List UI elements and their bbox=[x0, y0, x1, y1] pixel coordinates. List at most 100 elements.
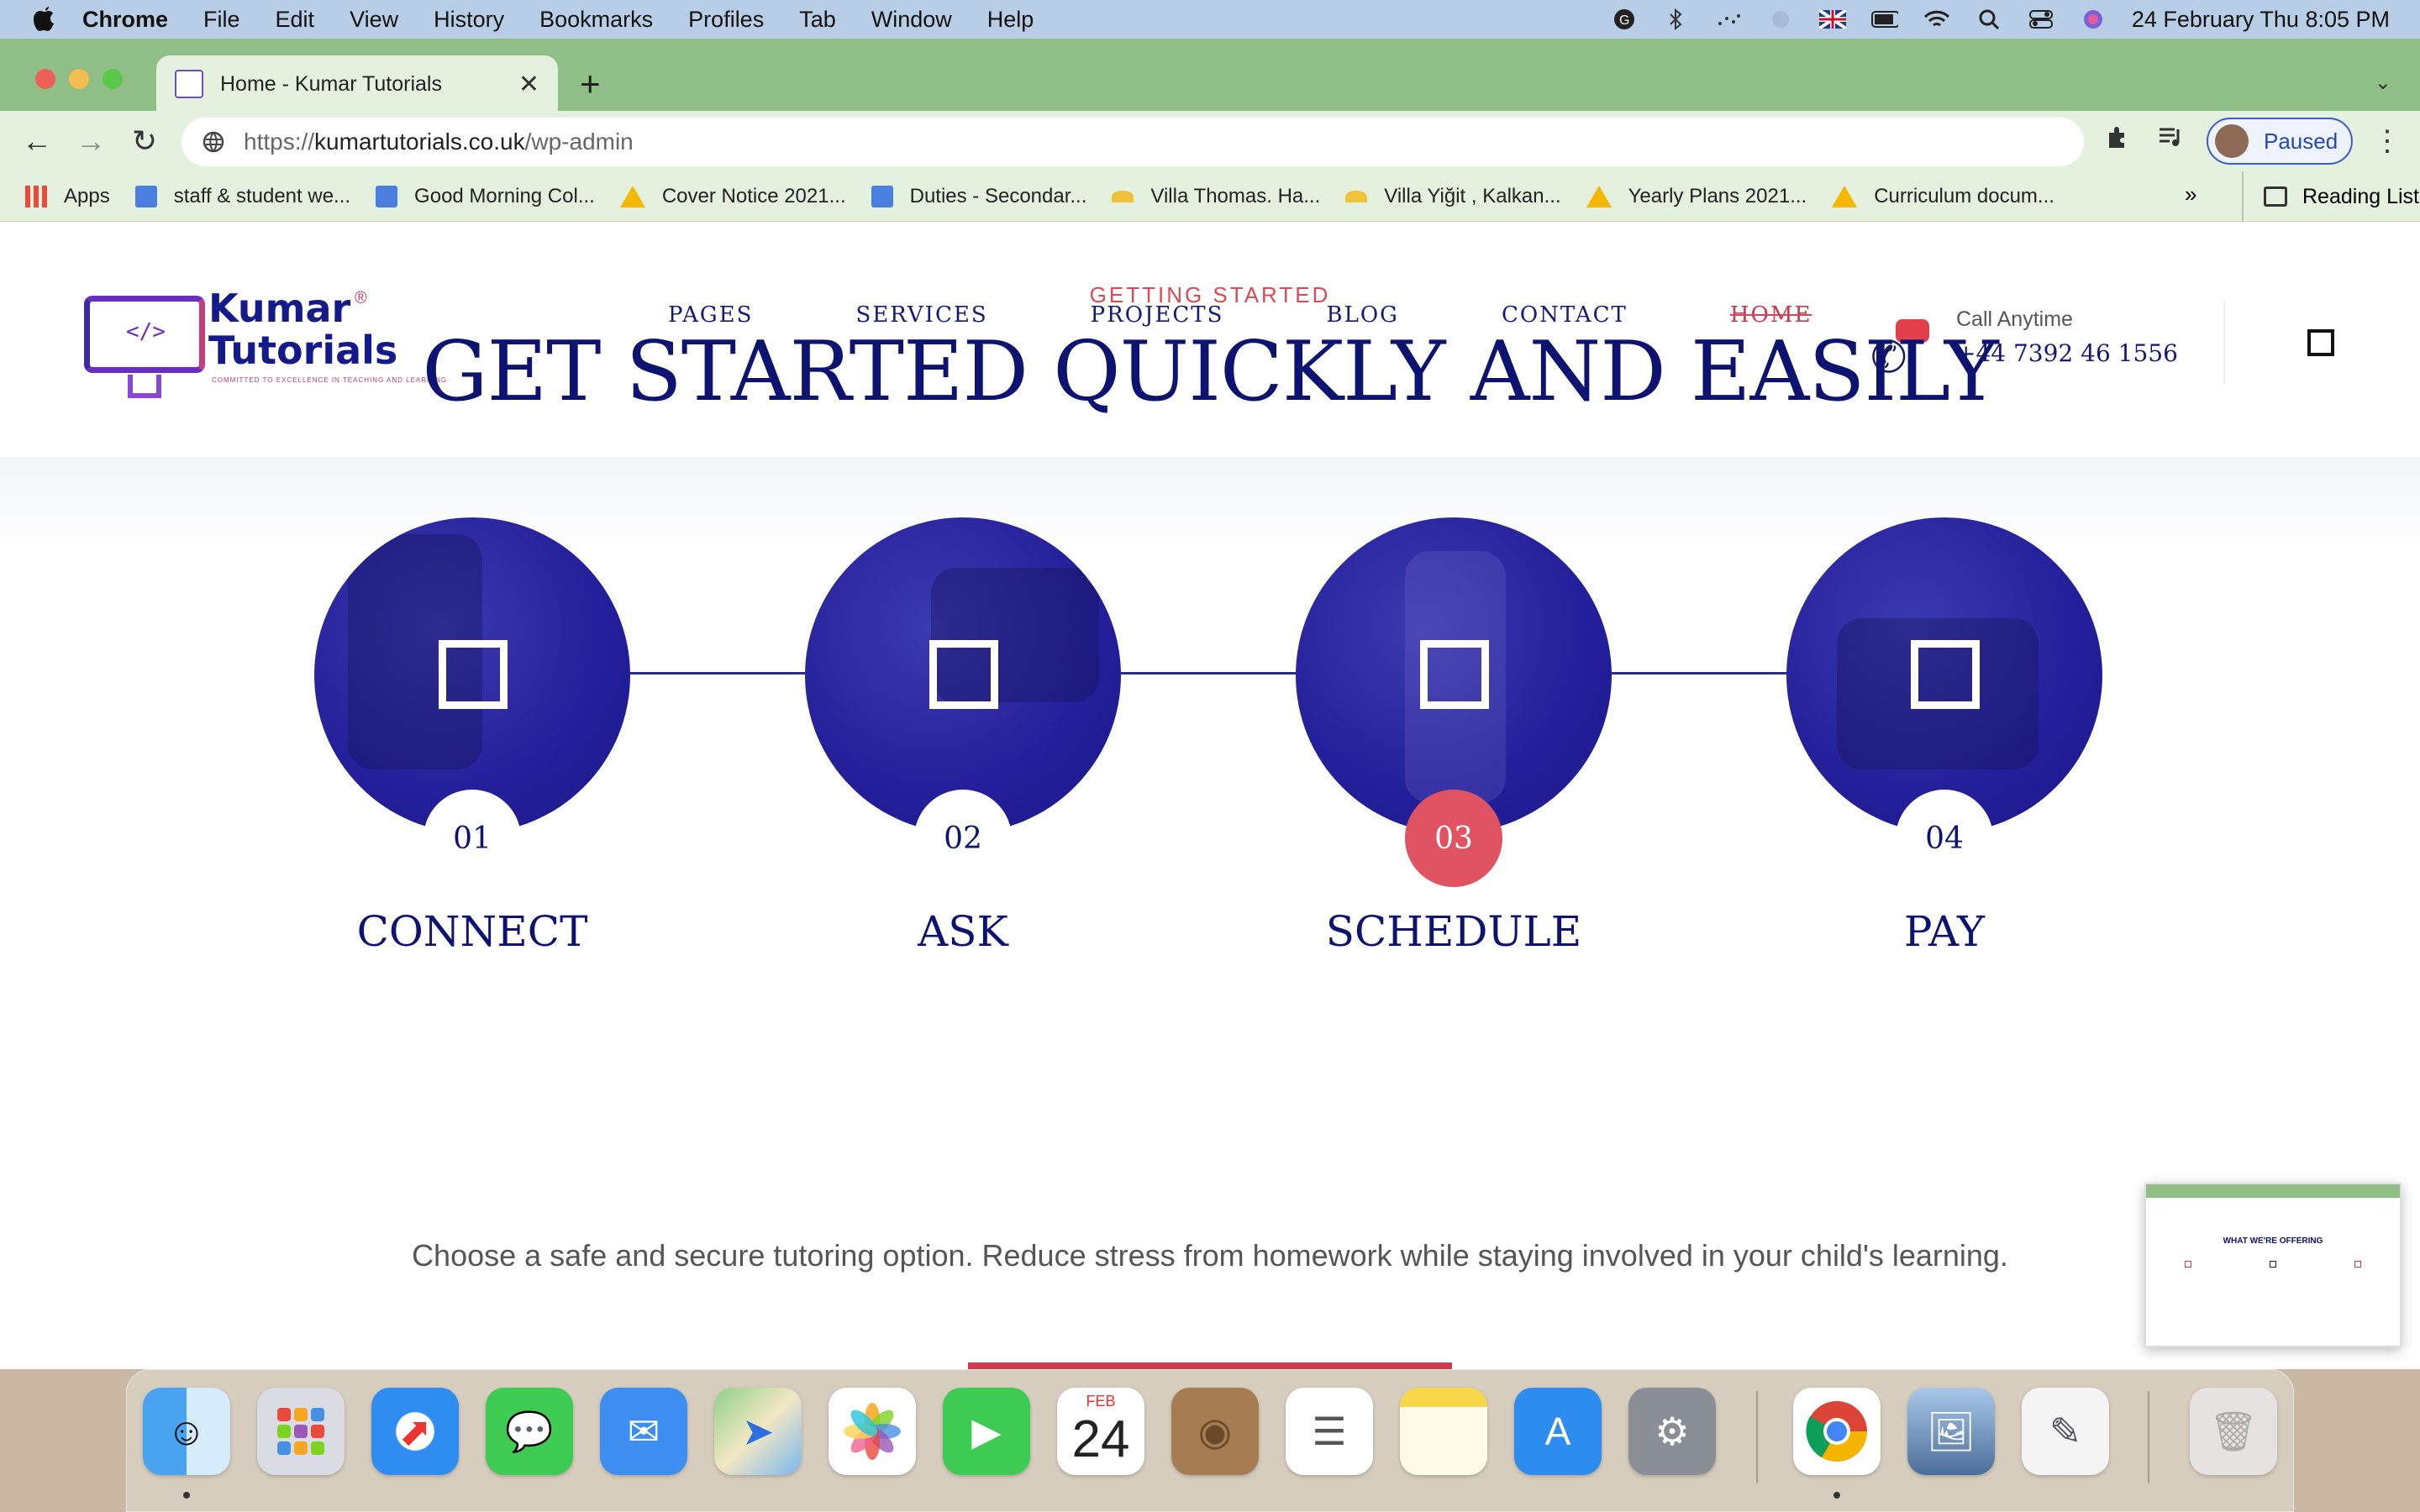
safari-compass-icon[interactable]: ⬈ bbox=[371, 1388, 459, 1475]
url-host: kumartutorials.co.uk bbox=[314, 129, 525, 155]
wifi-icon[interactable] bbox=[1923, 8, 1950, 31]
section-heading: GET STARTED QUICKLY AND EASILY bbox=[422, 324, 1998, 420]
step-number-badge: 01 bbox=[424, 790, 521, 887]
grammarly-icon[interactable]: G bbox=[1611, 8, 1638, 31]
menu-clock[interactable]: 24 February Thu 8:05 PM bbox=[2132, 7, 2390, 33]
step-connector-line bbox=[1121, 672, 1297, 675]
menu-help[interactable]: Help bbox=[987, 7, 1034, 33]
textedit-icon[interactable]: ✎ bbox=[2022, 1388, 2109, 1475]
forward-arrow-icon[interactable]: → bbox=[71, 121, 111, 161]
calendar-day: 24 bbox=[1071, 1410, 1130, 1468]
step-card-2[interactable]: 02 bbox=[805, 517, 1121, 887]
menu-profiles[interactable]: Profiles bbox=[688, 7, 764, 33]
facetime-camera-icon[interactable]: ▶ bbox=[943, 1388, 1030, 1475]
profile-button[interactable]: Paused bbox=[2207, 118, 2353, 165]
dock-separator bbox=[2148, 1391, 2149, 1483]
close-tab-icon[interactable]: ✕ bbox=[518, 70, 539, 99]
bookmark-label: Duties - Secondar... bbox=[909, 184, 1087, 207]
app-store-icon[interactable]: A bbox=[1514, 1388, 1602, 1475]
launchpad-icon[interactable] bbox=[257, 1388, 345, 1475]
bookmark-item[interactable]: Good Morning Col... bbox=[376, 185, 595, 208]
spotlight-search-icon[interactable] bbox=[1975, 8, 2002, 31]
menu-file[interactable]: File bbox=[203, 7, 240, 33]
bookmark-label: Curriculum docum... bbox=[1874, 184, 2054, 207]
menu-history[interactable]: History bbox=[434, 7, 504, 33]
bookmark-item[interactable]: Villa Yiğit , Kalkan... bbox=[1345, 185, 1561, 208]
close-window-button[interactable] bbox=[35, 69, 55, 89]
reload-icon[interactable]: ↻ bbox=[124, 121, 165, 161]
menu-view[interactable]: View bbox=[350, 7, 398, 33]
bookmark-label: Villa Thomas. Ha... bbox=[1150, 184, 1321, 207]
new-tab-plus-icon[interactable]: + bbox=[580, 64, 601, 104]
drive-icon bbox=[1586, 185, 1612, 207]
site-info-icon[interactable] bbox=[202, 130, 225, 154]
menu-tab[interactable]: Tab bbox=[799, 7, 836, 33]
step-card-4[interactable]: 04 bbox=[1786, 517, 2102, 887]
extensions-puzzle-icon[interactable] bbox=[2104, 124, 2131, 159]
square-outline-icon bbox=[439, 640, 508, 709]
battery-icon[interactable] bbox=[1870, 8, 1898, 31]
square-outline-icon bbox=[1420, 640, 1489, 709]
bookmark-item[interactable]: Yearly Plans 2021... bbox=[1586, 185, 1807, 208]
bookmark-item[interactable]: Cover Notice 2021... bbox=[619, 185, 846, 208]
tab-search-chevron-icon[interactable]: ⌄ bbox=[2375, 71, 2391, 95]
minimize-window-button[interactable] bbox=[69, 69, 89, 89]
apps-grid-icon bbox=[25, 185, 47, 207]
mail-icon[interactable]: ✉ bbox=[600, 1388, 687, 1475]
apple-logo-icon[interactable] bbox=[32, 6, 57, 33]
zoom-window-button[interactable] bbox=[103, 69, 123, 89]
bookmark-label: Yearly Plans 2021... bbox=[1628, 184, 1807, 207]
siri-icon[interactable] bbox=[2080, 8, 2107, 31]
reading-list-button[interactable]: Reading List bbox=[2242, 171, 2419, 222]
bluetooth-icon[interactable] bbox=[1663, 8, 1690, 31]
maps-icon[interactable]: ➤ bbox=[714, 1388, 802, 1475]
section-description: Choose a safe and secure tutoring option… bbox=[412, 1238, 2008, 1273]
bookmark-item[interactable]: Duties - Secondar... bbox=[871, 184, 1087, 208]
uk-flag-icon[interactable] bbox=[1818, 8, 1846, 31]
activity-icon[interactable] bbox=[1715, 8, 1742, 31]
system-preferences-gear-icon[interactable]: ⚙ bbox=[1628, 1388, 1716, 1475]
menu-app-name[interactable]: Chrome bbox=[82, 7, 168, 33]
media-control-icon[interactable] bbox=[2158, 124, 2185, 156]
notes-icon[interactable] bbox=[1400, 1388, 1487, 1475]
trash-icon[interactable]: 🗑 bbox=[2190, 1388, 2277, 1475]
browser-tab-active[interactable]: Home - Kumar Tutorials ✕ bbox=[156, 55, 558, 113]
macos-menu-bar: Chrome File Edit View History Bookmarks … bbox=[0, 0, 2420, 39]
step-image-circle bbox=[805, 517, 1121, 833]
finder-icon[interactable]: ☺ bbox=[143, 1388, 230, 1475]
square-outline-icon bbox=[1911, 640, 1980, 709]
menu-window[interactable]: Window bbox=[871, 7, 952, 33]
bookmarks-overflow-chevron-icon[interactable]: » bbox=[2185, 181, 2196, 207]
reading-list-icon bbox=[2264, 186, 2287, 207]
thumbnail-title: WHAT WE'RE OFFERING bbox=[2223, 1236, 2323, 1246]
menu-bookmarks[interactable]: Bookmarks bbox=[539, 7, 653, 33]
chrome-menu-kebab-icon[interactable]: ⋮ bbox=[2373, 124, 2402, 158]
bookmark-item[interactable]: Villa Thomas. Ha... bbox=[1112, 185, 1320, 208]
docs-icon bbox=[134, 185, 157, 207]
address-bar[interactable]: https:// kumartutorials.co.uk /wp-admin bbox=[182, 118, 2084, 166]
bookmark-item[interactable]: Apps bbox=[25, 185, 110, 208]
bookmark-item[interactable]: staff & student we... bbox=[134, 185, 350, 208]
screenshot-preview-thumbnail[interactable]: WHAT WE'RE OFFERING bbox=[2144, 1183, 2402, 1347]
step-card-1[interactable]: 01 bbox=[314, 517, 630, 887]
control-center-icon[interactable] bbox=[2028, 8, 2054, 31]
step-image-circle bbox=[1786, 517, 2102, 833]
profile-avatar bbox=[2215, 124, 2249, 158]
contacts-icon[interactable]: ◉ bbox=[1171, 1388, 1259, 1475]
back-arrow-icon[interactable]: ← bbox=[17, 121, 57, 161]
sunset-icon bbox=[1112, 190, 1134, 202]
calendar-icon[interactable]: FEB 24 bbox=[1057, 1388, 1144, 1475]
svg-text:G: G bbox=[1619, 13, 1629, 28]
step-card-3[interactable]: 03 bbox=[1296, 517, 1612, 887]
chrome-icon[interactable] bbox=[1793, 1388, 1881, 1475]
bookmark-item[interactable]: Curriculum docum... bbox=[1832, 185, 2054, 208]
sunset-icon bbox=[1345, 190, 1368, 202]
messages-icon[interactable]: 💬 bbox=[486, 1388, 573, 1475]
bookmark-label: Apps bbox=[64, 184, 110, 207]
menu-edit[interactable]: Edit bbox=[276, 7, 315, 33]
preview-icon[interactable]: 🖼 bbox=[1907, 1388, 1995, 1475]
reminders-list-icon[interactable]: ☰ bbox=[1286, 1388, 1373, 1475]
photos-icon[interactable] bbox=[829, 1388, 916, 1475]
blank-status-icon[interactable] bbox=[1767, 8, 1794, 31]
step-connector-line bbox=[630, 672, 807, 675]
